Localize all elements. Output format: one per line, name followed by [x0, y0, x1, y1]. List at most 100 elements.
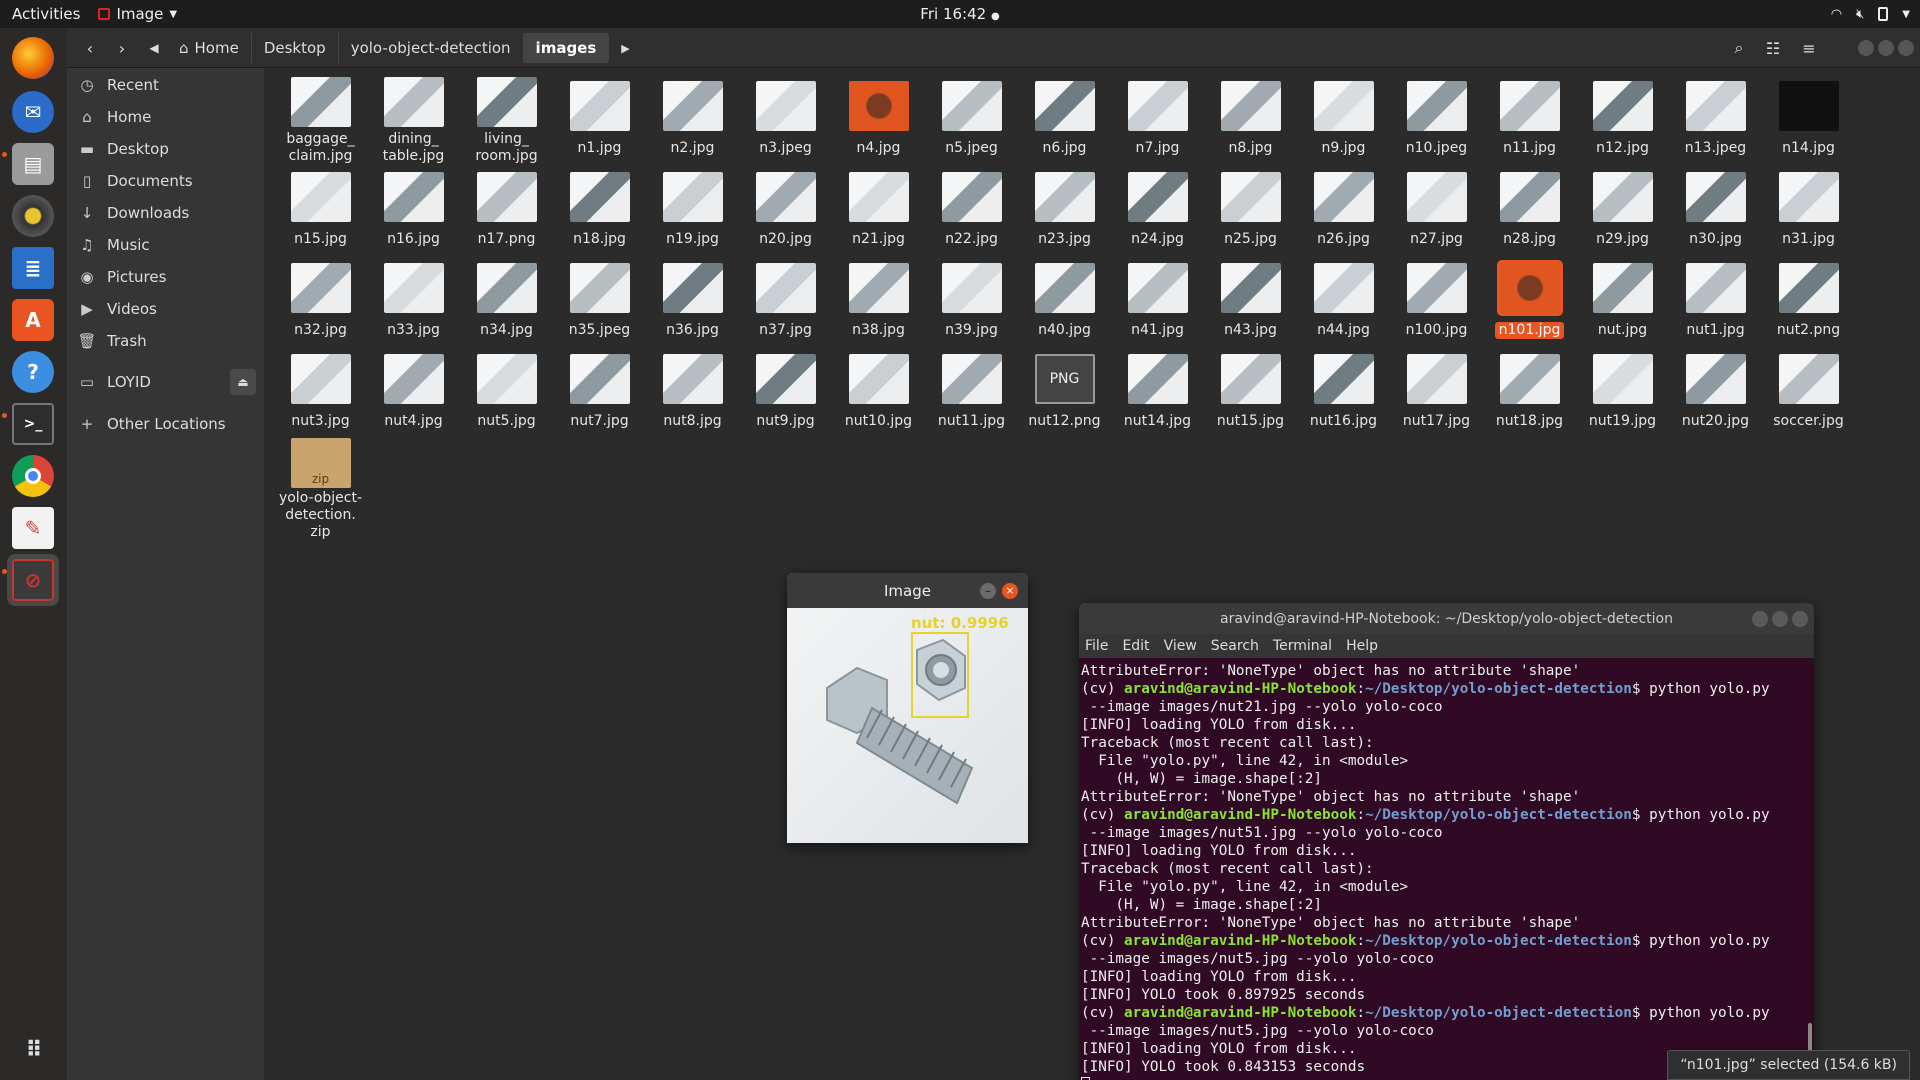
file-item[interactable]: nut19.jpg [1576, 347, 1669, 438]
menu-view[interactable]: View [1164, 638, 1197, 654]
file-item[interactable]: n43.jpg [1204, 256, 1297, 347]
dock-thunderbird[interactable]: ✉ [7, 86, 59, 138]
sidebar-item-videos[interactable]: ▶ Videos [67, 293, 264, 325]
dock-terminal[interactable]: >_ [7, 398, 59, 450]
file-item[interactable]: n25.jpg [1204, 165, 1297, 256]
file-item[interactable]: n19.jpg [646, 165, 739, 256]
back-button[interactable]: ‹ [75, 34, 105, 62]
file-item[interactable]: nut11.jpg [925, 347, 1018, 438]
file-item[interactable]: nut14.jpg [1111, 347, 1204, 438]
sidebar-item-loyid[interactable]: ▭ LOYID ⏏ [67, 366, 264, 398]
sidebar-item-recent[interactable]: ◷ Recent [67, 69, 264, 101]
file-item[interactable]: nut20.jpg [1669, 347, 1762, 438]
file-item[interactable]: n40.jpg [1018, 256, 1111, 347]
file-item[interactable]: n24.jpg [1111, 165, 1204, 256]
file-item[interactable]: n37.jpg [739, 256, 832, 347]
file-item[interactable]: n13.jpeg [1669, 74, 1762, 165]
file-item[interactable]: zip yolo-object- detection. zip [274, 438, 367, 540]
file-item[interactable]: n12.jpg [1576, 74, 1669, 165]
file-item[interactable]: n101.jpg [1483, 256, 1576, 347]
minimize-button[interactable] [1752, 611, 1768, 627]
file-item[interactable]: nut1.jpg [1669, 256, 1762, 347]
sidebar-item-documents[interactable]: ▯ Documents [67, 165, 264, 197]
menu-search[interactable]: Search [1211, 638, 1259, 654]
file-item[interactable]: living_ room.jpg [460, 74, 553, 165]
file-item[interactable]: n4.jpg [832, 74, 925, 165]
dock-software[interactable]: A [7, 294, 59, 346]
terminal-output[interactable]: AttributeError: 'NoneType' object has no… [1079, 658, 1814, 1080]
path-scroll-right-button[interactable]: ▶ [609, 33, 641, 63]
file-item[interactable]: n26.jpg [1297, 165, 1390, 256]
file-item[interactable]: n28.jpg [1483, 165, 1576, 256]
terminal-titlebar[interactable]: aravind@aravind-HP-Notebook: ~/Desktop/y… [1079, 603, 1814, 634]
search-button[interactable]: ⌕ [1724, 34, 1754, 62]
menu-file[interactable]: File [1085, 638, 1108, 654]
file-item[interactable]: nut8.jpg [646, 347, 739, 438]
file-item[interactable]: soccer.jpg [1762, 347, 1855, 438]
app-menu[interactable]: Image ▼ [98, 5, 177, 23]
menu-edit[interactable]: Edit [1122, 638, 1149, 654]
dock-chrome[interactable] [7, 450, 59, 502]
breadcrumb-desktop[interactable]: Desktop [252, 33, 339, 63]
file-item[interactable]: nut17.jpg [1390, 347, 1483, 438]
file-item[interactable]: n8.jpg [1204, 74, 1297, 165]
file-item[interactable]: n31.jpg [1762, 165, 1855, 256]
forward-button[interactable]: › [107, 34, 137, 62]
file-item[interactable]: nut4.jpg [367, 347, 460, 438]
file-item[interactable]: n1.jpg [553, 74, 646, 165]
file-item[interactable]: PNG nut12.png [1018, 347, 1111, 438]
file-item[interactable]: n36.jpg [646, 256, 739, 347]
file-item[interactable]: n32.jpg [274, 256, 367, 347]
file-item[interactable]: nut.jpg [1576, 256, 1669, 347]
maximize-button[interactable] [1772, 611, 1788, 627]
breadcrumb-home[interactable]: ⌂ Home [167, 33, 252, 63]
file-item[interactable]: n18.jpg [553, 165, 646, 256]
file-item[interactable]: n38.jpg [832, 256, 925, 347]
dock-help[interactable]: ? [7, 346, 59, 398]
sidebar-item-trash[interactable]: 🗑︎ Trash [67, 325, 264, 357]
file-item[interactable]: n22.jpg [925, 165, 1018, 256]
file-item[interactable]: n33.jpg [367, 256, 460, 347]
file-item[interactable]: n15.jpg [274, 165, 367, 256]
close-button[interactable] [1898, 40, 1914, 56]
file-item[interactable]: nut18.jpg [1483, 347, 1576, 438]
breadcrumb-project[interactable]: yolo-object-detection [339, 33, 524, 63]
dock-rhythmbox[interactable] [7, 190, 59, 242]
file-item[interactable]: n10.jpeg [1390, 74, 1483, 165]
breadcrumb-images[interactable]: images [523, 33, 610, 63]
close-button[interactable]: × [1002, 583, 1018, 599]
close-button[interactable] [1792, 611, 1808, 627]
file-item[interactable]: n3.jpeg [739, 74, 832, 165]
file-item[interactable]: n34.jpg [460, 256, 553, 347]
minimize-button[interactable]: – [980, 583, 996, 599]
file-item[interactable]: dining_ table.jpg [367, 74, 460, 165]
file-item[interactable]: nut10.jpg [832, 347, 925, 438]
dock-text-editor[interactable]: ✎ [7, 502, 59, 554]
file-item[interactable]: n29.jpg [1576, 165, 1669, 256]
file-item[interactable]: n9.jpg [1297, 74, 1390, 165]
file-item[interactable]: n21.jpg [832, 165, 925, 256]
sidebar-item-desktop[interactable]: ▬ Desktop [67, 133, 264, 165]
menu-help[interactable]: Help [1346, 638, 1378, 654]
file-item[interactable]: n41.jpg [1111, 256, 1204, 347]
file-item[interactable]: n7.jpg [1111, 74, 1204, 165]
sidebar-item-pictures[interactable]: ◉ Pictures [67, 261, 264, 293]
file-item[interactable]: baggage_ claim.jpg [274, 74, 367, 165]
sidebar-item-other-locations[interactable]: + Other Locations [67, 408, 264, 440]
file-item[interactable]: n5.jpeg [925, 74, 1018, 165]
menu-terminal[interactable]: Terminal [1273, 638, 1332, 654]
system-tray[interactable]: ◠ 🔇︎ ▼ [1831, 0, 1910, 28]
activities-button[interactable]: Activities [0, 5, 92, 23]
file-item[interactable]: n17.png [460, 165, 553, 256]
file-item[interactable]: nut7.jpg [553, 347, 646, 438]
file-item[interactable]: nut9.jpg [739, 347, 832, 438]
file-item[interactable]: n16.jpg [367, 165, 460, 256]
sidebar-item-music[interactable]: ♫ Music [67, 229, 264, 261]
file-item[interactable]: nut5.jpg [460, 347, 553, 438]
dock-image-viewer[interactable]: ⊘ [7, 554, 59, 606]
file-item[interactable]: nut2.png [1762, 256, 1855, 347]
maximize-button[interactable] [1878, 40, 1894, 56]
file-item[interactable]: n39.jpg [925, 256, 1018, 347]
file-item[interactable]: n23.jpg [1018, 165, 1111, 256]
file-item[interactable]: n35.jpeg [553, 256, 646, 347]
